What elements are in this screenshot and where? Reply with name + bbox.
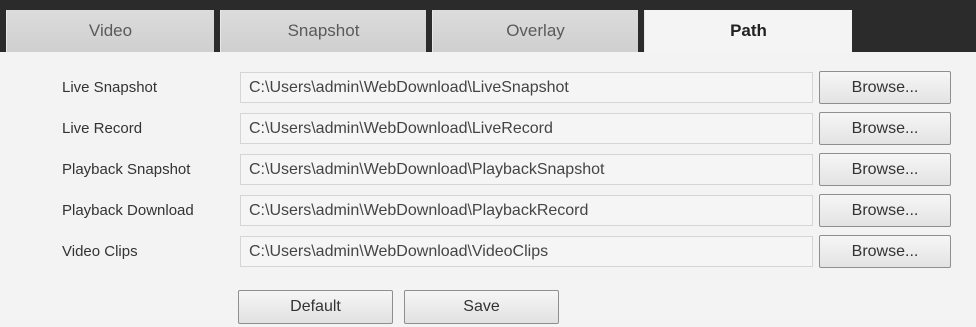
live-snapshot-label: Live Snapshot	[62, 79, 158, 96]
live-snapshot-browse-button[interactable]: Browse...	[819, 71, 951, 104]
playback-download-label: Playback Download	[62, 202, 194, 219]
video-clips-label: Video Clips	[62, 243, 138, 260]
live-record-browse-button[interactable]: Browse...	[819, 112, 951, 145]
tab-bar: Video Snapshot Overlay Path	[0, 10, 976, 52]
playback-download-browse-button[interactable]: Browse...	[819, 194, 951, 227]
tab-overlay[interactable]: Overlay	[432, 10, 638, 52]
playback-snapshot-label: Playback Snapshot	[62, 161, 191, 178]
playback-snapshot-browse-button[interactable]: Browse...	[819, 153, 951, 186]
top-strip	[0, 0, 976, 10]
video-clips-path-field[interactable]	[240, 236, 813, 267]
playback-snapshot-path-field[interactable]	[240, 154, 813, 185]
live-record-label: Live Record	[62, 120, 143, 137]
playback-download-path-field[interactable]	[240, 195, 813, 226]
default-button[interactable]: Default	[238, 290, 393, 324]
live-snapshot-path-field[interactable]	[240, 72, 813, 103]
tab-video[interactable]: Video	[6, 10, 214, 52]
live-record-path-field[interactable]	[240, 113, 813, 144]
tab-path[interactable]: Path	[644, 10, 852, 52]
tab-snapshot[interactable]: Snapshot	[220, 10, 426, 52]
path-settings-panel: Live Snapshot Browse... Live Record Brow…	[6, 52, 976, 327]
video-clips-browse-button[interactable]: Browse...	[819, 235, 951, 268]
save-button[interactable]: Save	[404, 290, 559, 324]
